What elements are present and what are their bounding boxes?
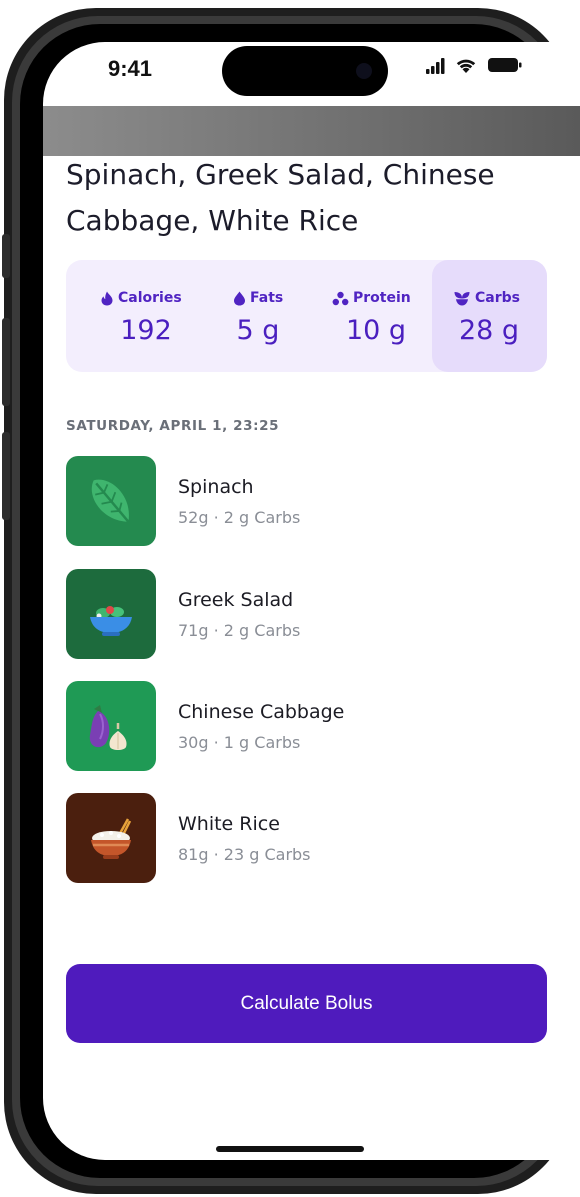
macro-carbs-value: 28 g: [458, 315, 520, 346]
food-detail: 81g · 23 g Carbs: [178, 845, 311, 864]
home-indicator: [216, 1146, 364, 1152]
drop-icon: [234, 291, 245, 305]
list-item[interactable]: Chinese Cabbage 30g · 1 g Carbs: [66, 681, 547, 771]
macro-protein-text: Protein: [353, 290, 411, 306]
food-thumbnail: [66, 793, 156, 883]
eggplant-garlic-icon: [89, 705, 127, 750]
food-thumbnail: [66, 681, 156, 771]
macro-carbs-text: Carbs: [475, 290, 520, 306]
macro-protein-label: Protein: [332, 290, 411, 306]
sprout-icon: [454, 291, 470, 305]
macro-calories-value: 192: [120, 315, 172, 346]
rice-bowl-icon: [91, 818, 132, 859]
action-button: [2, 234, 10, 278]
list-item[interactable]: Spinach 52g · 2 g Carbs: [66, 456, 547, 546]
macro-carbs-label: Carbs: [453, 290, 520, 306]
header-banner: [43, 106, 580, 156]
macro-fats-label: Fats: [233, 290, 283, 306]
macro-protein-value: 10 g: [345, 315, 407, 346]
battery-icon: [488, 58, 522, 72]
food-detail: 71g · 2 g Carbs: [178, 621, 301, 640]
dots-icon: [332, 291, 349, 305]
macro-fats-value: 5 g: [236, 315, 280, 346]
food-name: Greek Salad: [178, 589, 294, 611]
volume-up-button: [2, 318, 10, 406]
macro-calories-label: Calories: [100, 290, 182, 306]
list-item[interactable]: Greek Salad 71g · 2 g Carbs: [66, 569, 547, 659]
food-name: White Rice: [178, 813, 280, 835]
food-thumbnail: [66, 456, 156, 546]
flame-icon: [101, 291, 113, 305]
spinach-leaf-icon: [91, 479, 130, 523]
log-date-header: SATURDAY, APRIL 1, 23:25: [66, 418, 280, 434]
food-detail: 30g · 1 g Carbs: [178, 733, 301, 752]
food-name: Spinach: [178, 476, 254, 498]
salad-bowl-icon: [90, 606, 132, 636]
signal-icon: [426, 58, 445, 74]
volume-down-button: [2, 432, 10, 520]
camera-icon: [356, 63, 372, 79]
food-name: Chinese Cabbage: [178, 701, 345, 723]
macro-fats-text: Fats: [250, 290, 284, 306]
food-detail: 52g · 2 g Carbs: [178, 508, 301, 527]
meal-title: Spinach, Greek Salad, Chinese Cabbage, W…: [66, 158, 495, 237]
wifi-icon: [456, 59, 476, 73]
status-time: 9:41: [108, 56, 153, 81]
list-item[interactable]: White Rice 81g · 23 g Carbs: [66, 793, 547, 883]
calculate-bolus-button[interactable]: Calculate Bolus: [66, 964, 547, 1043]
food-thumbnail: [66, 569, 156, 659]
macro-calories-text: Calories: [118, 290, 182, 306]
